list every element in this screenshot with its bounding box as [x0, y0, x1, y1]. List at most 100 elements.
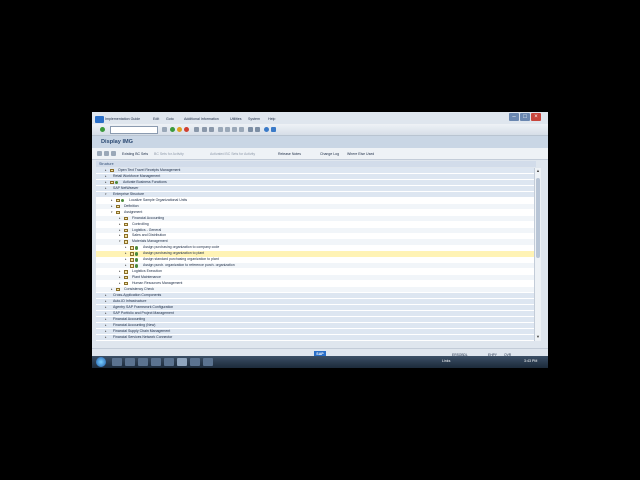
tree-row[interactable]: ▸ SAP Portfolio and Project Management: [96, 310, 534, 317]
tree-row[interactable]: ▸ Open Text Travel Receipts Management: [96, 168, 534, 174]
taskbar-sap-icon[interactable]: [177, 358, 187, 366]
tree-row[interactable]: ▸ Definition: [96, 203, 534, 209]
scroll-down-icon[interactable]: ▼: [535, 334, 541, 339]
tree-row[interactable]: ▸ Financial Supply Chain Management: [96, 328, 534, 334]
tree-row[interactable]: ▸ Assign purchasing organization to plant: [96, 251, 534, 257]
tree-row[interactable]: ▸ Assign purch. organization to reference…: [96, 263, 534, 269]
new-session-icon[interactable]: [248, 127, 253, 132]
bc-sets-for-activity-button[interactable]: BC Sets for Activity: [154, 152, 184, 156]
expand-node-icon[interactable]: ▸: [125, 263, 127, 268]
documentation-icon[interactable]: [124, 240, 128, 244]
back-icon[interactable]: [170, 127, 175, 132]
expand-node-icon[interactable]: ▸: [125, 245, 127, 250]
scroll-up-icon[interactable]: ▲: [535, 168, 541, 173]
expand-node-icon[interactable]: ▸: [105, 335, 107, 340]
collapse-node-icon[interactable]: ▾: [119, 239, 121, 244]
expand-node-icon[interactable]: ▸: [105, 180, 107, 185]
tree-row[interactable]: ▸ Logistics Execution: [96, 269, 534, 274]
tree-row[interactable]: ▸ Retail Workforce Management: [96, 173, 534, 180]
tree-row[interactable]: ▸ Controlling: [96, 222, 534, 227]
tree-row[interactable]: ▸ SAP NetWeaver: [96, 185, 534, 192]
vertical-scrollbar[interactable]: ▲ ▼: [534, 168, 541, 341]
documentation-icon[interactable]: [116, 288, 120, 292]
documentation-icon[interactable]: [116, 204, 120, 209]
layout-icon[interactable]: [271, 127, 276, 132]
prev-page-icon[interactable]: [225, 127, 230, 132]
expand-node-icon[interactable]: ▸: [119, 222, 121, 227]
menu-additional-information[interactable]: Additional Information: [184, 117, 219, 121]
expand-node-icon[interactable]: ▸: [119, 281, 121, 286]
expand-node-icon[interactable]: ▸: [125, 251, 127, 256]
shortcut-icon[interactable]: [255, 127, 260, 132]
documentation-icon[interactable]: [124, 282, 128, 286]
help-icon[interactable]: [264, 127, 269, 132]
menu-utilities[interactable]: Utilities: [230, 117, 242, 121]
documentation-icon[interactable]: [124, 270, 128, 274]
execute-activity-icon[interactable]: [115, 180, 119, 185]
print-icon[interactable]: [194, 127, 199, 132]
execute-activity-icon[interactable]: [121, 198, 125, 203]
activated-bc-sets-button[interactable]: Activated BC Sets for Activity: [210, 152, 255, 156]
last-page-icon[interactable]: [239, 127, 244, 132]
documentation-icon[interactable]: [124, 234, 128, 238]
menu-system[interactable]: System: [248, 117, 260, 121]
documentation-icon[interactable]: [130, 258, 134, 262]
documentation-icon[interactable]: [124, 216, 128, 220]
documentation-icon[interactable]: [124, 228, 128, 232]
menu-implementation-guide[interactable]: Implementation Guide: [105, 117, 140, 121]
find-tree-icon[interactable]: [111, 151, 116, 156]
tree-row[interactable]: ▾ Materials Management: [96, 239, 534, 245]
command-field[interactable]: [110, 126, 158, 134]
documentation-icon[interactable]: [130, 252, 134, 256]
expand-node-icon[interactable]: ▸: [111, 287, 113, 292]
tree-row[interactable]: ▸ Plant Maintenance: [96, 275, 534, 281]
tree-row[interactable]: ▸ Financial Accounting: [96, 215, 534, 221]
tree-row[interactable]: ▸ Financial Accounting: [96, 316, 534, 323]
expand-node-icon[interactable]: ▸: [105, 186, 107, 191]
collapse-node-icon[interactable]: ▾: [105, 192, 107, 197]
change-log-button[interactable]: Change Log: [320, 152, 339, 156]
enter-icon[interactable]: [100, 127, 105, 132]
sap-menu-icon[interactable]: [95, 116, 104, 123]
expand-node-icon[interactable]: ▸: [119, 233, 121, 238]
taskbar-firefox-icon[interactable]: [164, 358, 174, 366]
where-else-used-button[interactable]: Where Else Used: [347, 152, 374, 156]
expand-icon[interactable]: [97, 151, 102, 156]
cancel-icon[interactable]: [184, 127, 189, 132]
expand-node-icon[interactable]: ▸: [111, 204, 113, 209]
expand-node-icon[interactable]: ▸: [119, 269, 121, 274]
expand-node-icon[interactable]: ▸: [119, 216, 121, 221]
documentation-icon[interactable]: [116, 198, 120, 203]
tree-row[interactable]: ▸ Financial Services Network Connector: [96, 334, 534, 340]
exit-icon[interactable]: [177, 127, 182, 132]
expand-node-icon[interactable]: ▸: [119, 228, 121, 233]
menu-help[interactable]: Help: [268, 117, 275, 121]
tree-row[interactable]: ▸ Activate Business Functions: [96, 179, 534, 186]
execute-activity-icon[interactable]: [135, 264, 139, 268]
documentation-icon[interactable]: [130, 246, 134, 250]
find-icon[interactable]: [202, 127, 207, 132]
expand-node-icon[interactable]: ▸: [105, 174, 107, 179]
taskbar-media-icon[interactable]: [138, 358, 148, 366]
tree-row[interactable]: ▸ Agentry SAP Framework Configuration: [96, 304, 534, 311]
documentation-icon[interactable]: [110, 180, 114, 185]
find-next-icon[interactable]: [209, 127, 214, 132]
documentation-icon[interactable]: [110, 169, 114, 173]
expand-node-icon[interactable]: ▸: [105, 293, 107, 298]
tree-row[interactable]: ▸ Assign purchasing organization to compa…: [96, 245, 534, 250]
documentation-icon[interactable]: [130, 264, 134, 268]
execute-activity-icon[interactable]: [135, 246, 139, 250]
expand-node-icon[interactable]: ▸: [105, 329, 107, 334]
execute-activity-icon[interactable]: [135, 252, 139, 256]
collapse-icon[interactable]: [104, 151, 109, 156]
scroll-thumb[interactable]: [536, 178, 540, 258]
expand-node-icon[interactable]: ▸: [119, 275, 121, 280]
documentation-icon[interactable]: [124, 276, 128, 280]
documentation-icon[interactable]: [116, 210, 120, 215]
release-notes-button[interactable]: Release Notes: [278, 152, 301, 156]
expand-node-icon[interactable]: ▸: [105, 311, 107, 316]
expand-node-icon[interactable]: ▸: [111, 198, 113, 203]
tree-row[interactable]: ▸ Financial Accounting (New): [96, 322, 534, 328]
expand-node-icon[interactable]: ▸: [105, 168, 107, 173]
tree-row[interactable]: ▸ Logistics - General: [96, 227, 534, 233]
